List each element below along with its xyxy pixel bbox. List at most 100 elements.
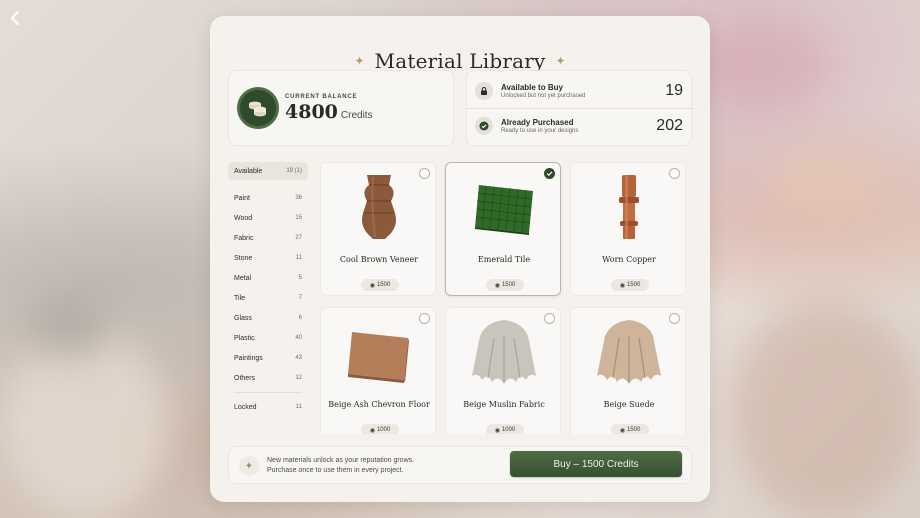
material-card[interactable]: Worn Copper ◉ 1500 [570, 162, 686, 296]
sidebar-item-others[interactable]: Others 12 [228, 368, 308, 388]
material-grid: Cool Brown Veneer ◉ 1500 Emerald Tile ◉ … [320, 162, 692, 434]
price-value: 1500 [626, 427, 641, 433]
sidebar-divider [234, 392, 302, 393]
sidebar-item-label: Others [234, 374, 256, 382]
board-icon [321, 316, 437, 390]
category-sidebar: Available 19 (1) Paint 36 Wood 15 Fabric… [228, 162, 308, 417]
background-bowl [770, 150, 880, 220]
sidebar-item-label: Paint [234, 194, 250, 202]
coin-icon: ◉ [494, 282, 500, 289]
sidebar-item-label: Tile [234, 294, 246, 302]
stat-subtitle: Ready to use in your designs [501, 127, 579, 134]
sidebar-item-paintings[interactable]: Paintings 43 [228, 348, 308, 368]
note-line: Purchase once to use them in every proje… [267, 467, 404, 474]
material-name: Emerald Tile [477, 255, 531, 264]
material-card[interactable]: Emerald Tile ◉ 1500 [445, 162, 561, 296]
sidebar-item-paint[interactable]: Paint 36 [228, 188, 308, 208]
background-frame [730, 300, 920, 518]
tile-icon [446, 171, 562, 245]
sidebar-item-count: 36 [295, 195, 302, 201]
sidebar-item-available[interactable]: Available 19 (1) [228, 162, 308, 180]
price-value: 1000 [501, 427, 516, 433]
vase-icon [321, 171, 437, 245]
sidebar-item-label: Paintings [234, 354, 263, 362]
sidebar-item-label: Wood [234, 214, 253, 222]
sidebar-item-plastic[interactable]: Plastic 40 [228, 328, 308, 348]
lock-icon [475, 82, 493, 100]
sidebar-item-count: 11 [295, 255, 302, 261]
material-card[interactable]: Beige Ash Chevron Floor ◉ 1000 [320, 307, 436, 434]
column-icon [571, 171, 687, 245]
material-card[interactable]: Cool Brown Veneer ◉ 1500 [320, 162, 436, 296]
material-name: Worn Copper [602, 255, 656, 264]
material-card[interactable]: Beige Suede ◉ 1500 [570, 307, 686, 434]
sidebar-item-count: 6 [298, 315, 302, 321]
back-button[interactable] [4, 6, 26, 30]
stats-card: Available to Buy Unlocked but not yet pu… [466, 70, 693, 146]
price-tag: ◉ 1500 [486, 279, 524, 291]
price-value: 1500 [501, 282, 516, 288]
sidebar-item-glass[interactable]: Glass 6 [228, 308, 308, 328]
coin-icon: ◉ [619, 427, 625, 434]
chevron-left-icon [11, 11, 19, 25]
buy-button[interactable]: Buy – 1500 Credits [510, 451, 682, 477]
coin-icon: ◉ [619, 282, 625, 289]
stat-count: 202 [656, 116, 683, 134]
coin-icon: ◉ [494, 427, 500, 434]
price-value: 1500 [376, 282, 391, 288]
sidebar-item-label: Fabric [234, 234, 254, 242]
purchase-footer: ✦ New materials unlock as your reputatio… [228, 446, 692, 484]
material-card[interactable]: Beige Muslin Fabric ◉ 1000 [445, 307, 561, 434]
sidebar-item-count: 12 [295, 375, 302, 381]
price-value: 1500 [626, 282, 641, 288]
stat-title: Available to Buy [501, 83, 563, 92]
sidebar-item-locked[interactable]: Locked 11 [228, 397, 308, 417]
stat-available: Available to Buy Unlocked but not yet pu… [467, 74, 693, 108]
sidebar-item-count: 7 [298, 295, 302, 301]
price-tag: ◉ 1000 [486, 424, 524, 434]
background-fabric [0, 330, 170, 518]
stat-purchased: Already Purchased Ready to use in your d… [467, 108, 693, 142]
sparkle-icon: ✦ [555, 54, 566, 68]
sidebar-item-metal[interactable]: Metal 5 [228, 268, 308, 288]
material-name: Cool Brown Veneer [339, 255, 419, 264]
material-name: Beige Suede [603, 400, 655, 409]
check-circle-icon [475, 116, 493, 135]
material-library-panel: ✦ Material Library ✦ CURRENT BALANCE 480… [210, 16, 710, 502]
sidebar-item-stone[interactable]: Stone 11 [228, 248, 308, 268]
sidebar-item-label: Locked [234, 403, 257, 411]
price-tag: ◉ 1500 [611, 279, 649, 291]
drape-icon [446, 316, 562, 390]
balance-unit: Credits [340, 109, 373, 121]
sidebar-item-count: 11 [295, 404, 302, 410]
price-value: 1000 [376, 427, 391, 433]
price-tag: ◉ 1500 [611, 424, 649, 434]
coin-icon: ◉ [369, 282, 375, 289]
material-name: Beige Ash Chevron Floor [328, 400, 430, 409]
coin-icon: ◉ [369, 427, 375, 434]
coins-icon [237, 87, 279, 129]
background-flowers [700, 20, 830, 110]
balance-card: CURRENT BALANCE 4800 Credits [228, 70, 454, 146]
sparkle-icon: ✦ [354, 54, 365, 68]
sidebar-item-wood[interactable]: Wood 15 [228, 208, 308, 228]
material-name: Beige Muslin Fabric [463, 400, 545, 409]
drape-icon [571, 316, 687, 390]
sidebar-item-count: 5 [298, 275, 302, 281]
sidebar-item-tile[interactable]: Tile 7 [228, 288, 308, 308]
balance-label: CURRENT BALANCE [285, 93, 358, 100]
sidebar-item-count: 43 [295, 355, 302, 361]
sidebar-item-count: 15 [295, 215, 302, 221]
sidebar-item-label: Stone [234, 254, 253, 262]
sparkle-icon: ✦ [239, 456, 259, 476]
stat-title: Already Purchased [501, 117, 574, 127]
price-tag: ◉ 1500 [361, 279, 399, 291]
note-line: New materials unlock as your reputation … [267, 457, 415, 464]
unlock-note: New materials unlock as your reputation … [267, 456, 414, 476]
background-scissors [30, 300, 110, 360]
sidebar-item-label: Metal [234, 274, 252, 282]
stat-subtitle: Unlocked but not yet purchased [501, 93, 586, 99]
sidebar-item-label: Glass [234, 314, 252, 322]
sidebar-item-fabric[interactable]: Fabric 27 [228, 228, 308, 248]
sidebar-item-count: 40 [295, 335, 302, 341]
